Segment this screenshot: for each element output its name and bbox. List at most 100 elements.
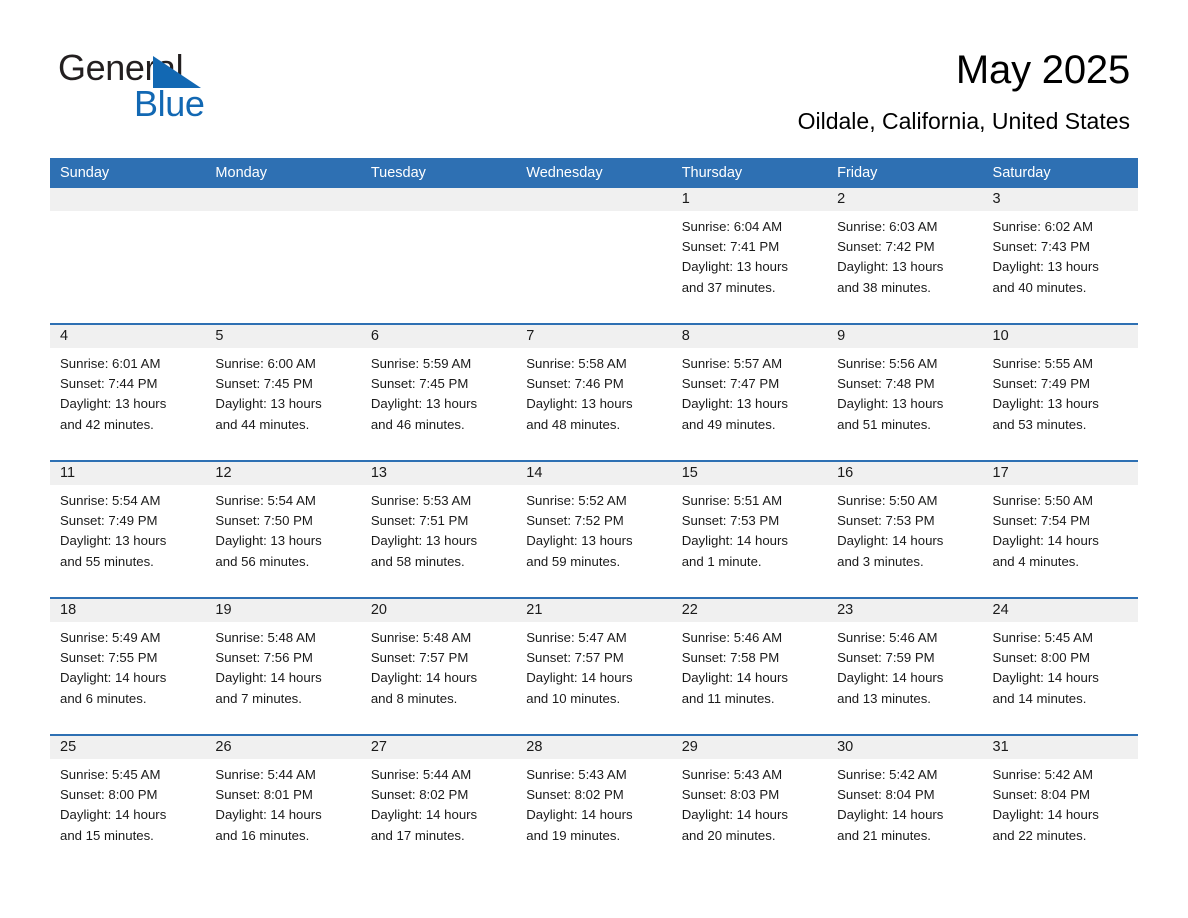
sunrise-text: Sunrise: 5:53 AM — [370, 493, 472, 508]
day-cell[interactable]: Sunrise: 5:56 AM Sunset: 7:48 PM Dayligh… — [827, 348, 982, 460]
day-cell[interactable] — [516, 211, 671, 323]
calendar-week-row: 18 19 20 21 22 23 24 Sunrise: 5:49 AM Su… — [50, 597, 1138, 734]
daylight-text-line2: and 53 minutes. — [992, 416, 1087, 432]
day-cell[interactable]: Sunrise: 5:59 AM Sunset: 7:45 PM Dayligh… — [361, 348, 516, 460]
day-cell[interactable]: Sunrise: 6:03 AM Sunset: 7:42 PM Dayligh… — [827, 211, 982, 323]
sunrise-text: Sunrise: 5:42 AM — [992, 767, 1093, 782]
day-number[interactable] — [205, 188, 360, 211]
day-number[interactable]: 25 — [50, 736, 205, 759]
day-number[interactable]: 7 — [516, 325, 671, 348]
daylight-text-line1: Daylight: 14 hours — [681, 670, 788, 686]
day-cell[interactable]: Sunrise: 5:50 AM Sunset: 7:54 PM Dayligh… — [983, 485, 1138, 597]
day-cell[interactable]: Sunrise: 5:46 AM Sunset: 7:58 PM Dayligh… — [672, 622, 827, 734]
daylight-text-line1: Daylight: 14 hours — [992, 670, 1099, 686]
day-number[interactable]: 31 — [983, 736, 1138, 759]
day-cell[interactable]: Sunrise: 5:49 AM Sunset: 7:55 PM Dayligh… — [50, 622, 205, 734]
day-cell[interactable]: Sunrise: 5:43 AM Sunset: 8:03 PM Dayligh… — [672, 759, 827, 871]
day-number[interactable]: 3 — [983, 188, 1138, 211]
day-cell[interactable]: Sunrise: 5:48 AM Sunset: 7:56 PM Dayligh… — [205, 622, 360, 734]
day-cell[interactable]: Sunrise: 6:04 AM Sunset: 7:41 PM Dayligh… — [672, 211, 827, 323]
sunset-text: Sunset: 8:02 PM — [370, 787, 469, 803]
day-number[interactable]: 26 — [205, 736, 360, 759]
day-cell[interactable]: Sunrise: 5:45 AM Sunset: 8:00 PM Dayligh… — [983, 622, 1138, 734]
day-cell[interactable]: Sunrise: 5:44 AM Sunset: 8:02 PM Dayligh… — [361, 759, 516, 871]
day-number[interactable]: 17 — [983, 462, 1138, 485]
day-number[interactable]: 21 — [516, 599, 671, 622]
day-cell[interactable]: Sunrise: 5:52 AM Sunset: 7:52 PM Dayligh… — [516, 485, 671, 597]
sunrise-text: Sunrise: 5:45 AM — [60, 767, 161, 782]
daylight-text-line2: and 13 minutes. — [837, 690, 931, 706]
day-number[interactable]: 29 — [672, 736, 827, 759]
day-cell[interactable]: Sunrise: 5:53 AM Sunset: 7:51 PM Dayligh… — [361, 485, 516, 597]
sunset-text: Sunset: 7:46 PM — [526, 376, 624, 392]
sunset-text: Sunset: 7:51 PM — [370, 513, 469, 529]
day-cell[interactable] — [361, 211, 516, 323]
day-number[interactable] — [516, 188, 671, 211]
day-number[interactable]: 30 — [827, 736, 982, 759]
day-cell[interactable]: Sunrise: 6:00 AM Sunset: 7:45 PM Dayligh… — [205, 348, 360, 460]
day-number[interactable]: 12 — [205, 462, 360, 485]
day-number[interactable]: 2 — [827, 188, 982, 211]
daylight-text-line2: and 37 minutes. — [681, 279, 776, 295]
daylight-text-line2: and 42 minutes. — [60, 416, 154, 432]
day-number[interactable]: 19 — [205, 599, 360, 622]
daylight-text-line2: and 55 minutes. — [60, 553, 154, 569]
day-cell[interactable]: Sunrise: 5:42 AM Sunset: 8:04 PM Dayligh… — [983, 759, 1138, 871]
day-number[interactable]: 1 — [672, 188, 827, 211]
day-cell[interactable]: Sunrise: 5:51 AM Sunset: 7:53 PM Dayligh… — [672, 485, 827, 597]
day-cell[interactable]: Sunrise: 5:50 AM Sunset: 7:53 PM Dayligh… — [827, 485, 982, 597]
sunset-text: Sunset: 7:52 PM — [526, 513, 624, 529]
brand-logo[interactable]: General Blue — [58, 48, 318, 126]
day-cell[interactable]: Sunrise: 5:58 AM Sunset: 7:46 PM Dayligh… — [516, 348, 671, 460]
sunset-text: Sunset: 8:04 PM — [992, 787, 1091, 803]
day-number[interactable] — [50, 188, 205, 211]
calendar-week-row: 25 26 27 28 29 30 31 Sunrise: 5:45 AM Su… — [50, 734, 1138, 871]
day-number[interactable]: 4 — [50, 325, 205, 348]
day-number[interactable]: 24 — [983, 599, 1138, 622]
day-number[interactable]: 28 — [516, 736, 671, 759]
day-number[interactable]: 13 — [361, 462, 516, 485]
day-number[interactable]: 16 — [827, 462, 982, 485]
day-number[interactable]: 20 — [361, 599, 516, 622]
day-cell[interactable]: Sunrise: 5:44 AM Sunset: 8:01 PM Dayligh… — [205, 759, 360, 871]
day-cell[interactable]: Sunrise: 5:45 AM Sunset: 8:00 PM Dayligh… — [50, 759, 205, 871]
day-number[interactable]: 22 — [672, 599, 827, 622]
day-cell[interactable]: Sunrise: 5:42 AM Sunset: 8:04 PM Dayligh… — [827, 759, 982, 871]
day-number[interactable]: 8 — [672, 325, 827, 348]
sunrise-text: Sunrise: 5:44 AM — [215, 767, 316, 782]
day-number[interactable]: 6 — [361, 325, 516, 348]
weekday-header-friday: Friday — [837, 165, 878, 181]
day-number[interactable]: 9 — [827, 325, 982, 348]
daylight-text-line2: and 38 minutes. — [837, 279, 931, 295]
day-cell[interactable] — [205, 211, 360, 323]
day-cell[interactable]: Sunrise: 5:54 AM Sunset: 7:50 PM Dayligh… — [205, 485, 360, 597]
sunset-text: Sunset: 7:57 PM — [370, 650, 469, 666]
sunset-text: Sunset: 8:03 PM — [681, 787, 780, 803]
daylight-text-line2: and 19 minutes. — [526, 827, 621, 843]
day-cell[interactable]: Sunrise: 5:43 AM Sunset: 8:02 PM Dayligh… — [516, 759, 671, 871]
sunrise-text: Sunrise: 5:48 AM — [215, 630, 316, 645]
day-cell[interactable]: Sunrise: 5:47 AM Sunset: 7:57 PM Dayligh… — [516, 622, 671, 734]
day-cell[interactable]: Sunrise: 6:02 AM Sunset: 7:43 PM Dayligh… — [983, 211, 1138, 323]
day-number[interactable]: 15 — [672, 462, 827, 485]
day-number[interactable]: 11 — [50, 462, 205, 485]
daylight-text-line1: Daylight: 14 hours — [215, 670, 322, 686]
day-cell[interactable]: Sunrise: 5:55 AM Sunset: 7:49 PM Dayligh… — [983, 348, 1138, 460]
day-number[interactable]: 14 — [516, 462, 671, 485]
day-number[interactable]: 18 — [50, 599, 205, 622]
day-cell[interactable]: Sunrise: 5:46 AM Sunset: 7:59 PM Dayligh… — [827, 622, 982, 734]
day-number[interactable]: 27 — [361, 736, 516, 759]
day-cell[interactable] — [50, 211, 205, 323]
day-number[interactable]: 10 — [983, 325, 1138, 348]
day-cell[interactable]: Sunrise: 6:01 AM Sunset: 7:44 PM Dayligh… — [50, 348, 205, 460]
day-cell[interactable]: Sunrise: 5:48 AM Sunset: 7:57 PM Dayligh… — [361, 622, 516, 734]
daylight-text-line1: Daylight: 13 hours — [837, 259, 944, 275]
sunset-text: Sunset: 7:56 PM — [215, 650, 313, 666]
day-cell[interactable]: Sunrise: 5:54 AM Sunset: 7:49 PM Dayligh… — [50, 485, 205, 597]
day-cell[interactable]: Sunrise: 5:57 AM Sunset: 7:47 PM Dayligh… — [672, 348, 827, 460]
daylight-text-line2: and 3 minutes. — [837, 553, 924, 569]
sunrise-text: Sunrise: 5:54 AM — [215, 493, 316, 508]
day-number[interactable]: 23 — [827, 599, 982, 622]
day-number[interactable]: 5 — [205, 325, 360, 348]
day-number[interactable] — [361, 188, 516, 211]
